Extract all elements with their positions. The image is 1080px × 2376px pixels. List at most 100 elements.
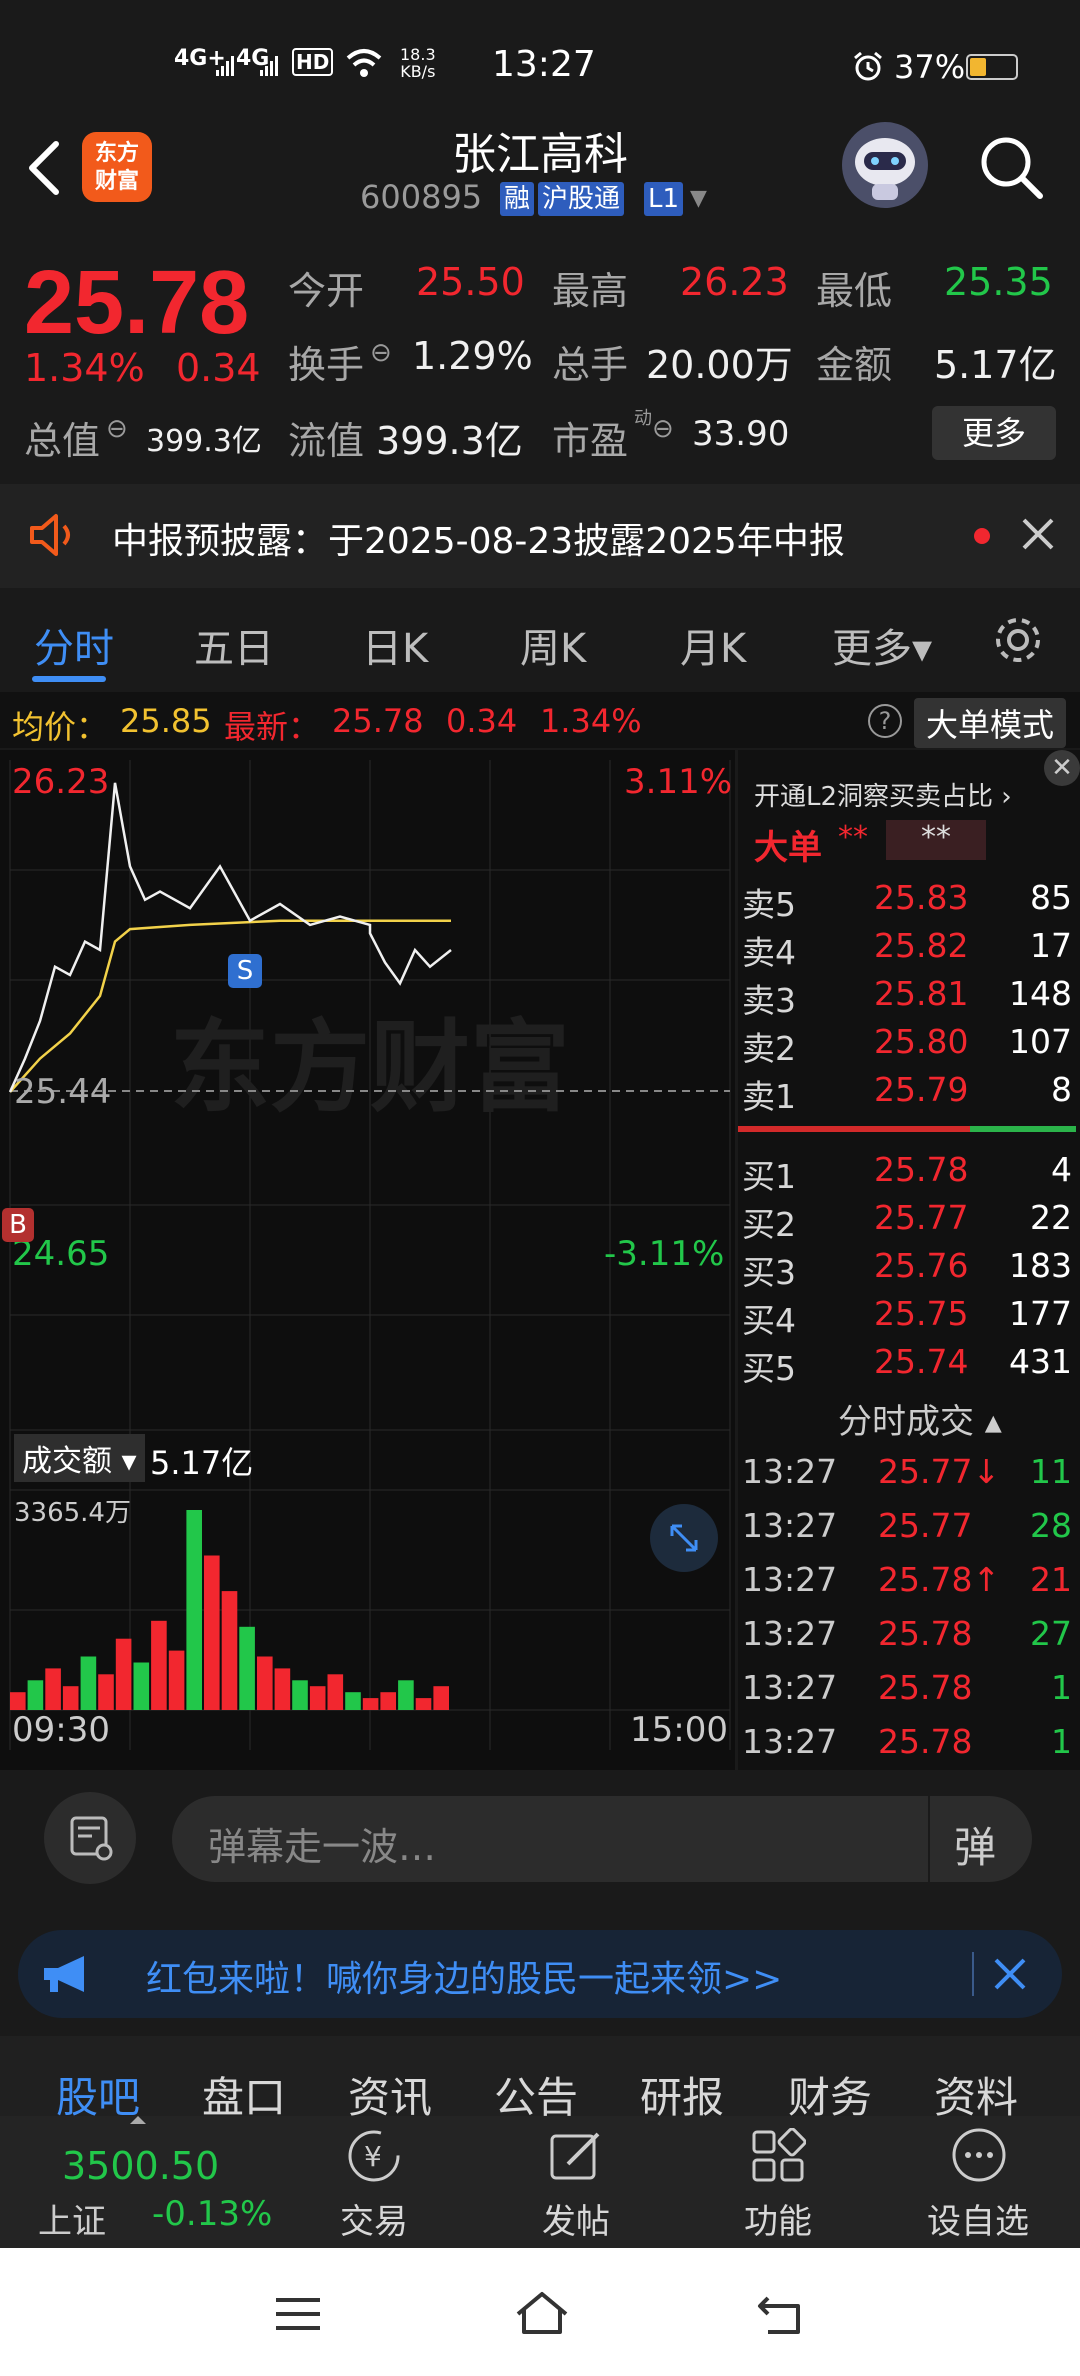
speaker-icon — [26, 510, 80, 560]
amount-label: 金额 — [816, 343, 893, 387]
battery-percent: 37% — [894, 48, 966, 86]
tab-intraday[interactable]: 分时 — [34, 616, 114, 674]
latest-change: 0.34 — [446, 702, 518, 740]
buy-marker[interactable]: B — [2, 1208, 34, 1242]
bid-row[interactable]: 买3 25.76 183 — [738, 1246, 1080, 1294]
ask-level-label: 卖4 — [742, 933, 796, 972]
tab-daily-k[interactable]: 日K — [362, 616, 428, 674]
back-nav-icon[interactable] — [754, 2292, 806, 2336]
tick-time: 13:27 — [742, 1560, 838, 1599]
ask-row[interactable]: 卖1 25.79 8 — [738, 1070, 1080, 1118]
chevron-down-icon[interactable]: ▼ — [690, 186, 707, 211]
index-arrow-icon — [130, 2116, 146, 2124]
close-icon[interactable] — [1018, 514, 1058, 554]
info-icon[interactable]: ⊖ — [106, 414, 128, 444]
index-name[interactable]: 上证 — [38, 2194, 106, 2243]
search-icon[interactable] — [978, 134, 1046, 202]
volume-bar — [380, 1692, 396, 1710]
tick-time: 13:27 — [742, 1452, 838, 1491]
functions-button[interactable]: 功能 — [708, 2116, 848, 2248]
system-nav-bar — [0, 2248, 1080, 2376]
margin-tag: 融 — [500, 182, 535, 216]
tick-time: 13:27 — [742, 1722, 838, 1761]
volume-bar — [415, 1698, 432, 1710]
add-watchlist-button[interactable]: 设自选 — [908, 2116, 1048, 2248]
volume-value: 20.00万 — [646, 343, 793, 387]
tab-monthly-k[interactable]: 月K — [680, 616, 746, 674]
avg-label: 均价： — [12, 708, 109, 746]
low-value: 25.35 — [944, 260, 1053, 304]
low-label: 最低 — [816, 269, 893, 313]
gear-icon[interactable] — [990, 612, 1046, 668]
danmu-toggle-button[interactable]: 弹 — [954, 1814, 996, 1875]
chart-info-bar: 均价： 25.85 最新： 25.78 0.34 1.34% ? 大单模式 — [0, 692, 1080, 748]
add-watchlist-label: 设自选 — [927, 2202, 1029, 2242]
amount-value: 5.17亿 — [934, 343, 1057, 387]
home-icon[interactable] — [512, 2288, 572, 2338]
volume-selector[interactable]: 成交额 ▾ — [14, 1434, 145, 1482]
info-icon[interactable]: ⊖ — [370, 338, 392, 368]
bid-price: 25.75 — [874, 1294, 969, 1333]
change-amount: 0.34 — [176, 346, 261, 390]
svg-text:¥: ¥ — [364, 2140, 382, 2173]
info-icon[interactable]: ⊖ — [652, 414, 674, 444]
ask-row[interactable]: 卖3 25.81 148 — [738, 974, 1080, 1022]
bid-row[interactable]: 买2 25.77 22 — [738, 1198, 1080, 1246]
ask-volume: 8 — [1051, 1070, 1072, 1109]
bid-row[interactable]: 买4 25.75 177 — [738, 1294, 1080, 1342]
volume-bar — [62, 1686, 79, 1710]
bid-row[interactable]: 买5 25.74 431 — [738, 1342, 1080, 1390]
sell-marker[interactable]: S — [228, 954, 262, 988]
close-icon[interactable] — [990, 1954, 1030, 1994]
volume-bar — [362, 1698, 379, 1710]
expand-icon[interactable] — [650, 1504, 718, 1572]
tab-more[interactable]: 更多▾ — [832, 616, 932, 674]
robot-avatar-icon[interactable] — [842, 122, 928, 208]
tick-volume: 27 — [1030, 1614, 1072, 1653]
volume-bar — [433, 1686, 449, 1710]
trade-icon: ¥ — [348, 2130, 400, 2182]
ask-volume: 107 — [1009, 1022, 1072, 1061]
ask-volume: 17 — [1030, 926, 1072, 965]
ask-price: 25.81 — [874, 974, 969, 1013]
volume-bar — [221, 1591, 238, 1710]
volume-bar — [327, 1674, 344, 1710]
volume-bar — [239, 1626, 255, 1710]
tick-row: 13:27 25.78↑ 21 — [738, 1560, 1080, 1608]
latest-label: 最新： — [224, 708, 321, 746]
notice-bar[interactable]: 中报预披露：于2025-08-23披露2025年中报 — [0, 484, 1080, 588]
turnover-value: 1.29% — [412, 334, 533, 378]
tick-row: 13:27 25.77↓ 11 — [738, 1452, 1080, 1500]
tab-five-day[interactable]: 五日 — [194, 616, 274, 674]
tick-volume: 28 — [1030, 1506, 1072, 1545]
danmu-settings-icon[interactable] — [44, 1792, 136, 1884]
high-label: 最高 — [552, 269, 629, 313]
big-order-mode-button[interactable]: 大单模式 — [914, 698, 1067, 748]
tab-weekly-k[interactable]: 周K — [520, 616, 586, 674]
post-button[interactable]: 发帖 — [506, 2116, 646, 2248]
danmu-input[interactable]: 弹幕走一波… 弹 — [172, 1796, 1032, 1882]
intraday-chart[interactable]: 东方财富 26.23 3.11% 25.44 24.65 -3.11% S B … — [0, 750, 735, 1770]
ask-row[interactable]: 卖2 25.80 107 — [738, 1022, 1080, 1070]
ask-row[interactable]: 卖5 25.83 85 — [738, 878, 1080, 926]
ticks-header[interactable]: 分时成交 ▴ — [838, 1394, 1002, 1443]
promo-banner[interactable]: 红包来啦！喊你身边的股民一起来领>> — [18, 1930, 1062, 2018]
volume-bar — [10, 1692, 26, 1710]
y-mid-label: 25.44 — [14, 1072, 112, 1112]
mktcap-value: 399.3亿 — [146, 424, 262, 459]
pe-label: 市盈 — [552, 419, 629, 463]
index-value[interactable]: 3500.50 — [62, 2144, 219, 2188]
close-icon[interactable]: ✕ — [1044, 750, 1080, 786]
l2-upsell-link[interactable]: 开通L2洞察买卖占比 › — [754, 776, 1012, 813]
index-change[interactable]: -0.13% — [152, 2194, 272, 2234]
help-icon[interactable]: ? — [868, 704, 902, 738]
bid-row[interactable]: 买1 25.78 4 — [738, 1150, 1080, 1198]
ask-row[interactable]: 卖4 25.82 17 — [738, 926, 1080, 974]
divider — [972, 1952, 974, 1996]
more-button[interactable]: 更多 — [932, 406, 1056, 460]
menu-icon[interactable] — [272, 2294, 324, 2334]
bid-level-label: 买4 — [742, 1301, 796, 1340]
level-tag[interactable]: L1 — [644, 182, 684, 216]
trade-button[interactable]: ¥ 交易 — [304, 2116, 444, 2248]
avg-value: 25.85 — [120, 702, 212, 740]
